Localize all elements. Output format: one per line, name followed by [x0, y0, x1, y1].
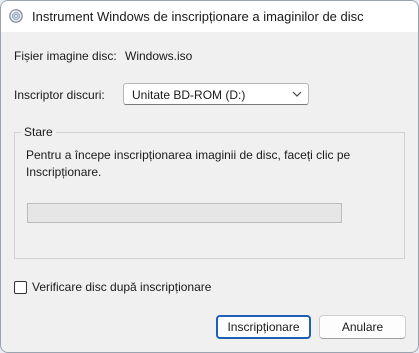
burner-select[interactable]: Unitate BD-ROM (D:) — [123, 83, 309, 105]
burner-label: Inscriptor discuri: — [14, 88, 105, 102]
status-message: Pentru a începe inscripționarea imaginii… — [26, 148, 351, 179]
burner-selected-value: Unitate BD-ROM (D:) — [132, 88, 246, 102]
cancel-button[interactable]: Anulare — [319, 315, 406, 339]
verify-disc-checkbox[interactable] — [14, 281, 27, 294]
image-file-label: Fișier imagine disc: — [14, 49, 117, 63]
window-title: Instrument Windows de inscripționare a i… — [32, 9, 364, 24]
verify-disc-label[interactable]: Verificare disc după inscripționare — [32, 280, 211, 294]
status-group-legend: Stare — [21, 125, 56, 139]
burn-progress-bar — [27, 203, 342, 223]
burn-button[interactable]: Inscripționare — [216, 315, 311, 339]
disc-burner-icon — [9, 9, 23, 23]
burn-dialog-window: Instrument Windows de inscripționare a i… — [0, 0, 419, 353]
chevron-down-icon — [292, 91, 302, 97]
title-bar[interactable]: Instrument Windows de inscripționare a i… — [1, 1, 418, 32]
image-file-value: Windows.iso — [125, 49, 193, 63]
